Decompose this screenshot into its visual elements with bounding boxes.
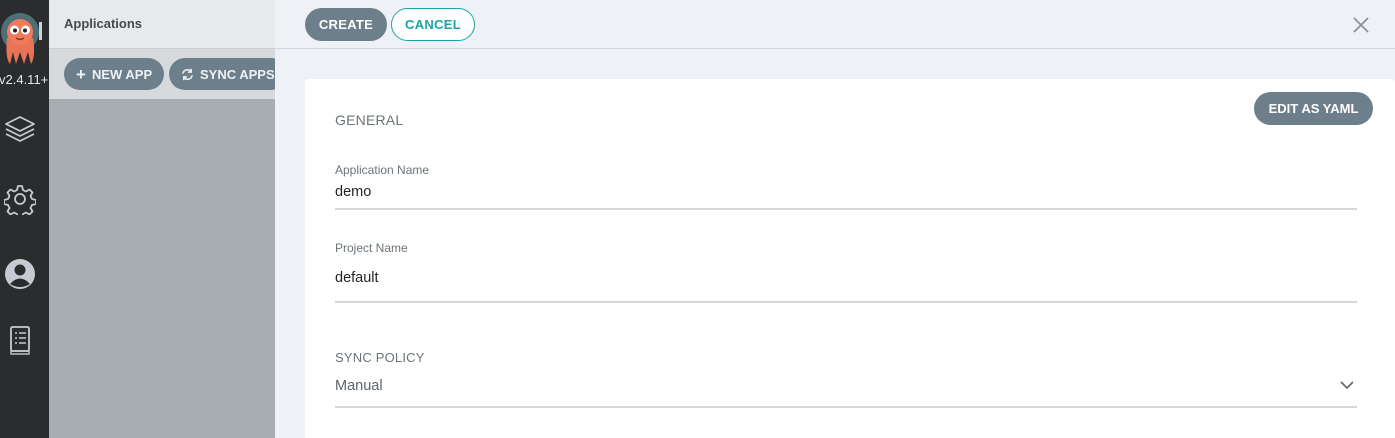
sync-apps-label: SYNC APPS [200, 66, 275, 82]
background-page-overlay: Applications + NEW APP SYNC APPS [49, 0, 287, 438]
plus-icon: + [76, 64, 86, 84]
project-name-underline [335, 301, 1357, 303]
new-app-label: NEW APP [91, 66, 153, 82]
left-nav: v2.4.11+ [0, 0, 49, 438]
sync-policy-select[interactable]: Manual [335, 378, 1355, 398]
create-button[interactable]: CREATE [305, 8, 387, 41]
edit-as-yaml-button[interactable]: EDIT AS YAML [1254, 92, 1373, 125]
project-name-input[interactable] [335, 268, 1355, 288]
page-title: Applications [64, 16, 143, 31]
argo-logo-icon[interactable] [0, 8, 44, 66]
layers-icon[interactable] [4, 113, 36, 145]
create-application-panel: CREATE CANCEL EDIT AS YAML GENERAL Appli… [275, 0, 1395, 438]
background-toolbar: + NEW APP SYNC APPS [49, 49, 287, 99]
sync-policy-section-title: SYNC POLICY [335, 350, 425, 365]
sync-policy-underline [335, 406, 1357, 408]
sync-icon [182, 68, 193, 80]
version-label: v2.4.11+ [0, 72, 49, 87]
panel-header: CREATE CANCEL [275, 0, 1395, 49]
project-name-label: Project Name [335, 241, 408, 255]
application-name-input[interactable] [335, 182, 1355, 202]
cancel-button[interactable]: CANCEL [391, 8, 475, 41]
application-name-underline [335, 208, 1357, 210]
application-form: EDIT AS YAML GENERAL Application Name Pr… [305, 79, 1395, 438]
application-name-label: Application Name [335, 163, 430, 177]
sync-apps-button[interactable]: SYNC APPS [169, 58, 287, 90]
docs-icon[interactable] [4, 324, 36, 356]
chevron-down-icon[interactable] [1339, 379, 1355, 391]
background-page-header: Applications [49, 0, 275, 49]
user-icon[interactable] [4, 258, 36, 290]
settings-gear-icon[interactable] [4, 183, 36, 215]
general-section-title: GENERAL [335, 112, 404, 128]
close-icon[interactable] [1351, 15, 1371, 35]
new-app-button[interactable]: + NEW APP [64, 58, 165, 90]
